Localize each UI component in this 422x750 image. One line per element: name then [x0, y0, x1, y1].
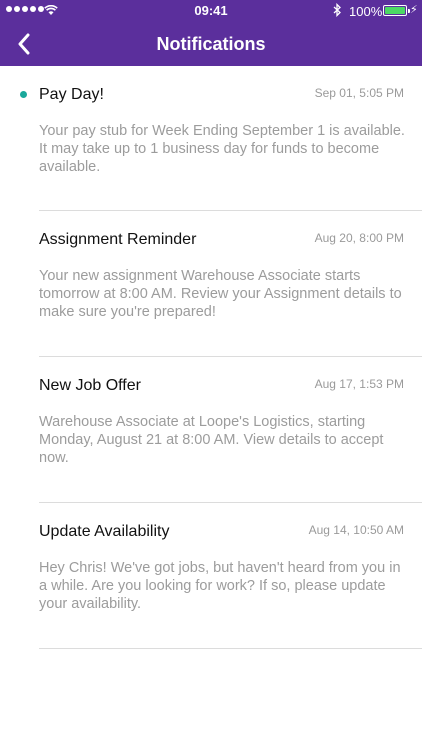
notification-date: Aug 20, 8:00 PM: [314, 231, 404, 245]
notification-list: Pay Day! Sep 01, 5:05 PM Your pay stub f…: [0, 66, 422, 649]
notifications-screen: 09:41 100% ⚡ Notifications Pay Day! Sep …: [0, 0, 422, 750]
status-bar: 09:41 100% ⚡: [0, 0, 422, 22]
notification-title: Pay Day!: [39, 86, 104, 103]
header: 09:41 100% ⚡ Notifications: [0, 0, 422, 66]
notification-body: Hey Chris! We've got jobs, but haven't h…: [39, 560, 401, 612]
page-title: Notifications: [156, 34, 266, 54]
notification-title: Update Availability: [39, 523, 170, 540]
navbar: Notifications: [0, 22, 422, 66]
notification-body: Your pay stub for Week Ending September …: [39, 123, 405, 175]
notification-title: New Job Offer: [39, 377, 141, 394]
notification-item-assignment-reminder[interactable]: Assignment Reminder Aug 20, 8:00 PM Your…: [39, 211, 422, 357]
unread-indicator-icon: [20, 91, 27, 98]
notification-date: Aug 14, 10:50 AM: [308, 523, 404, 537]
notification-date: Aug 17, 1:53 PM: [314, 377, 404, 391]
notification-body: Warehouse Associate at Loope's Logistics…: [39, 414, 384, 466]
battery-fill: [385, 7, 405, 14]
notification-item-update-availability[interactable]: Update Availability Aug 14, 10:50 AM Hey…: [39, 503, 422, 649]
battery-icon: [383, 5, 410, 16]
notification-body: Your new assignment Warehouse Associate …: [39, 268, 402, 320]
notification-date: Sep 01, 5:05 PM: [314, 86, 404, 100]
bluetooth-icon: [333, 2, 342, 20]
charging-icon: ⚡: [410, 4, 418, 16]
back-button[interactable]: [4, 22, 44, 66]
notification-title: Assignment Reminder: [39, 231, 197, 248]
notification-item-pay-day[interactable]: Pay Day! Sep 01, 5:05 PM Your pay stub f…: [20, 66, 422, 211]
battery-percent: 100%: [349, 4, 383, 19]
notification-item-new-job-offer[interactable]: New Job Offer Aug 17, 1:53 PM Warehouse …: [39, 357, 422, 503]
chevron-left-icon: [18, 33, 30, 55]
